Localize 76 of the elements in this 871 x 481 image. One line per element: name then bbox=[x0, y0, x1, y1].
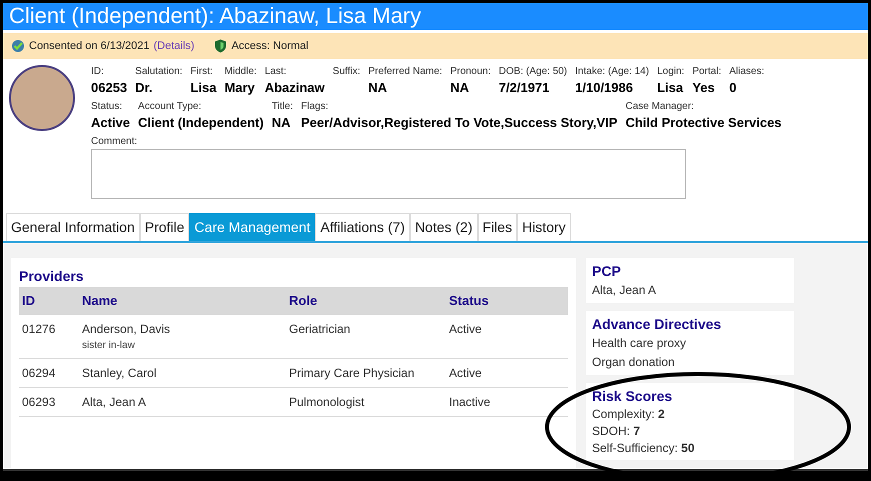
card-item: Organ donation bbox=[592, 354, 676, 371]
table-cell: Primary Care Physician bbox=[286, 358, 446, 387]
field-value: Active bbox=[91, 114, 130, 131]
field-value: Child Protective Services bbox=[625, 114, 782, 131]
column-header: ID bbox=[19, 287, 79, 314]
field-value: Client (Independent) bbox=[138, 114, 264, 131]
field-label: Pronoun: bbox=[450, 65, 491, 79]
field-value: Dr. bbox=[135, 79, 154, 96]
field-label: Last: bbox=[264, 65, 288, 79]
field-label: Case Manager: bbox=[625, 100, 695, 114]
access-level: Access: Normal bbox=[231, 38, 308, 54]
card-item: Alta, Jean A bbox=[592, 282, 658, 299]
field-value: 1/10/1986 bbox=[575, 79, 634, 96]
section-title: Providers bbox=[19, 267, 85, 286]
field-label: First: bbox=[190, 65, 214, 79]
field-value: Mary bbox=[224, 79, 256, 96]
details-link[interactable]: (Details) bbox=[154, 38, 194, 54]
field-value: 06253 bbox=[91, 79, 128, 96]
table-cell-text: Stanley, Carol bbox=[82, 364, 158, 382]
check-icon bbox=[11, 39, 25, 53]
field-label: Suffix: bbox=[332, 65, 360, 79]
field-value: Lisa bbox=[657, 79, 684, 96]
card-item: SDOH: 7 bbox=[592, 423, 642, 440]
field-label: Comment: bbox=[91, 135, 138, 149]
table-cell: Active bbox=[446, 358, 568, 387]
field-label: ID: bbox=[91, 65, 105, 79]
field-label: Login: bbox=[657, 65, 684, 79]
field-label: Aliases: bbox=[729, 65, 764, 79]
field-value: NA bbox=[450, 79, 470, 96]
tab[interactable]: Profile bbox=[140, 213, 190, 241]
field-label: Flags: bbox=[301, 100, 330, 114]
card-title: Advance Directives bbox=[592, 315, 722, 334]
field-label: DOB: (Age: 50) bbox=[498, 65, 568, 79]
shield-icon bbox=[214, 39, 228, 53]
field-label: Salutation: bbox=[135, 65, 182, 79]
consent-status: Consented on 6/13/2021 bbox=[29, 38, 150, 54]
table-cell: 06293 bbox=[19, 387, 79, 416]
table-cell: Active bbox=[446, 314, 568, 358]
field-label: Intake: (Age: 14) bbox=[575, 65, 650, 79]
relationship-note: sister in-law bbox=[82, 338, 136, 352]
table-cell: Geriatrician bbox=[286, 314, 446, 358]
field-label: Preferred Name: bbox=[368, 65, 442, 79]
tab[interactable]: History bbox=[517, 213, 571, 241]
field-label: Account Type: bbox=[138, 100, 202, 114]
tab[interactable]: Affiliations (7) bbox=[315, 213, 410, 241]
field-label: Title: bbox=[272, 100, 294, 114]
field-value: NA bbox=[272, 114, 292, 131]
field-label: Portal: bbox=[692, 65, 722, 79]
window-title: Client (Independent): Abazinaw, Lisa Mary bbox=[3, 3, 868, 30]
card-item: Complexity: 2 bbox=[592, 406, 666, 423]
card-item: Health care proxy bbox=[592, 335, 688, 352]
tab[interactable]: General Information bbox=[6, 213, 140, 241]
table-cell: 06294 bbox=[19, 358, 79, 387]
table-cell: Pulmonologist bbox=[286, 387, 446, 416]
column-header: Status bbox=[446, 287, 568, 314]
column-header: Role bbox=[286, 287, 446, 314]
field-value: Lisa bbox=[190, 79, 216, 96]
field-value: Abazinaw bbox=[264, 79, 325, 96]
tab[interactable]: Notes (2) bbox=[410, 213, 478, 241]
table-cell-text: Anderson, Davis bbox=[82, 320, 172, 338]
table-cell: Inactive bbox=[446, 387, 568, 416]
table-cell: 01276 bbox=[19, 314, 79, 358]
comment-field[interactable] bbox=[91, 149, 686, 199]
column-header: Name bbox=[79, 287, 286, 314]
tab[interactable]: Files bbox=[478, 213, 518, 241]
field-value: Yes bbox=[692, 79, 716, 96]
field-value: 7/2/1971 bbox=[498, 79, 550, 96]
field-label: Status: bbox=[91, 100, 124, 114]
table-cell-text: Alta, Jean A bbox=[82, 394, 148, 410]
field-label: Middle: bbox=[224, 65, 257, 79]
card-title: Risk Scores bbox=[592, 387, 674, 406]
field-value: 0 bbox=[729, 79, 738, 96]
field-value: NA bbox=[368, 79, 388, 96]
card-title: PCP bbox=[592, 262, 622, 281]
field-value: Peer/Advisor,Registered To Vote,Success Story,VIP bbox=[301, 114, 618, 131]
card-item: Self-Sufficiency: 50 bbox=[592, 440, 696, 457]
